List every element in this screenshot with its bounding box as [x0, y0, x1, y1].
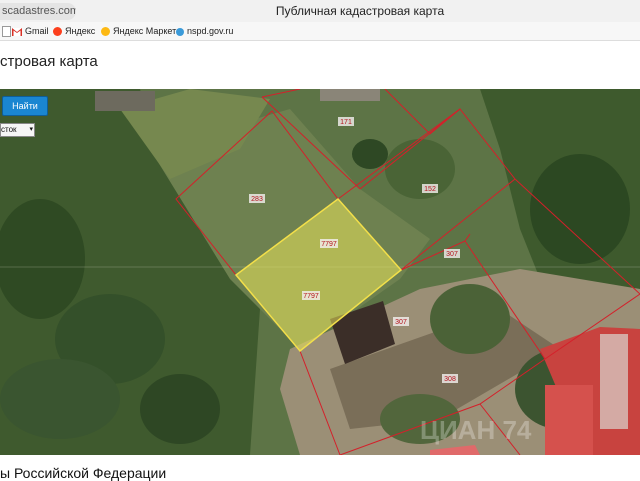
- parcel-label-307-a[interactable]: 307: [446, 251, 458, 258]
- parcel-label-7797-a[interactable]: 7797: [321, 241, 337, 248]
- parcel-label-283[interactable]: 283: [251, 196, 263, 203]
- yandex-market-icon: [101, 27, 110, 37]
- parcel-label-308[interactable]: 308: [444, 376, 456, 383]
- bookmark-nspd[interactable]: nspd.gov.ru: [176, 22, 233, 40]
- blank-page-icon: [2, 26, 11, 38]
- tree-cluster: [530, 154, 630, 264]
- building-roof: [545, 385, 593, 455]
- page-title: стровая карта: [0, 53, 98, 70]
- search-button[interactable]: Найти: [2, 96, 48, 116]
- tree-cluster: [430, 284, 510, 354]
- bookmark-yandex-market[interactable]: Яндекс Маркет: [101, 22, 176, 40]
- bookmark-label: Gmail: [25, 26, 49, 36]
- address-bar[interactable]: scadastres.com: [0, 3, 76, 20]
- gmail-icon: [12, 27, 22, 36]
- parcel-label-307-b[interactable]: 307: [395, 319, 407, 326]
- bookmark-gmail[interactable]: Gmail: [12, 22, 49, 40]
- footer-heading: ы Российской Федерации: [0, 465, 167, 481]
- tree-cluster: [140, 374, 220, 444]
- parcel-label-7797-b[interactable]: 7797: [303, 293, 319, 300]
- object-type-select[interactable]: сток ▾: [0, 123, 35, 137]
- window-title: Публичная кадастровая карта: [275, 4, 445, 18]
- building-roof: [320, 89, 380, 101]
- satellite-map-view[interactable]: 171 283 152 7797 7797 307 307 308 ЦИАН 7…: [0, 89, 640, 455]
- watermark-text: ЦИАН 74: [420, 415, 532, 445]
- chevron-down-icon: ▾: [29, 126, 33, 133]
- road-surface: [600, 334, 628, 429]
- browser-tab-bar: scadastres.com Публичная кадастровая кар…: [0, 0, 640, 22]
- tree-cluster: [0, 359, 120, 439]
- parcel-label-152[interactable]: 152: [424, 186, 436, 193]
- bookmark-label: Яндекс: [65, 26, 96, 36]
- bookmark-yandex[interactable]: Яндекс: [53, 22, 95, 40]
- tree-cluster: [385, 139, 455, 199]
- cadastral-map[interactable]: 171 283 152 7797 7797 307 307 308 ЦИАН 7…: [0, 89, 640, 455]
- tree-cluster: [352, 139, 388, 169]
- parcel-label-171[interactable]: 171: [340, 119, 352, 126]
- yandex-icon: [53, 27, 62, 37]
- bookmark-label: Яндекс Маркет: [113, 26, 177, 36]
- bookmarks-bar: Gmail Яндекс Яндекс Маркет nspd.gov.ru: [0, 22, 640, 41]
- building-roof: [95, 91, 155, 111]
- nspd-icon: [176, 27, 184, 36]
- page-header: стровая карта: [0, 41, 640, 89]
- object-type-value: сток: [1, 125, 17, 134]
- bookmark-label: nspd.gov.ru: [187, 26, 234, 36]
